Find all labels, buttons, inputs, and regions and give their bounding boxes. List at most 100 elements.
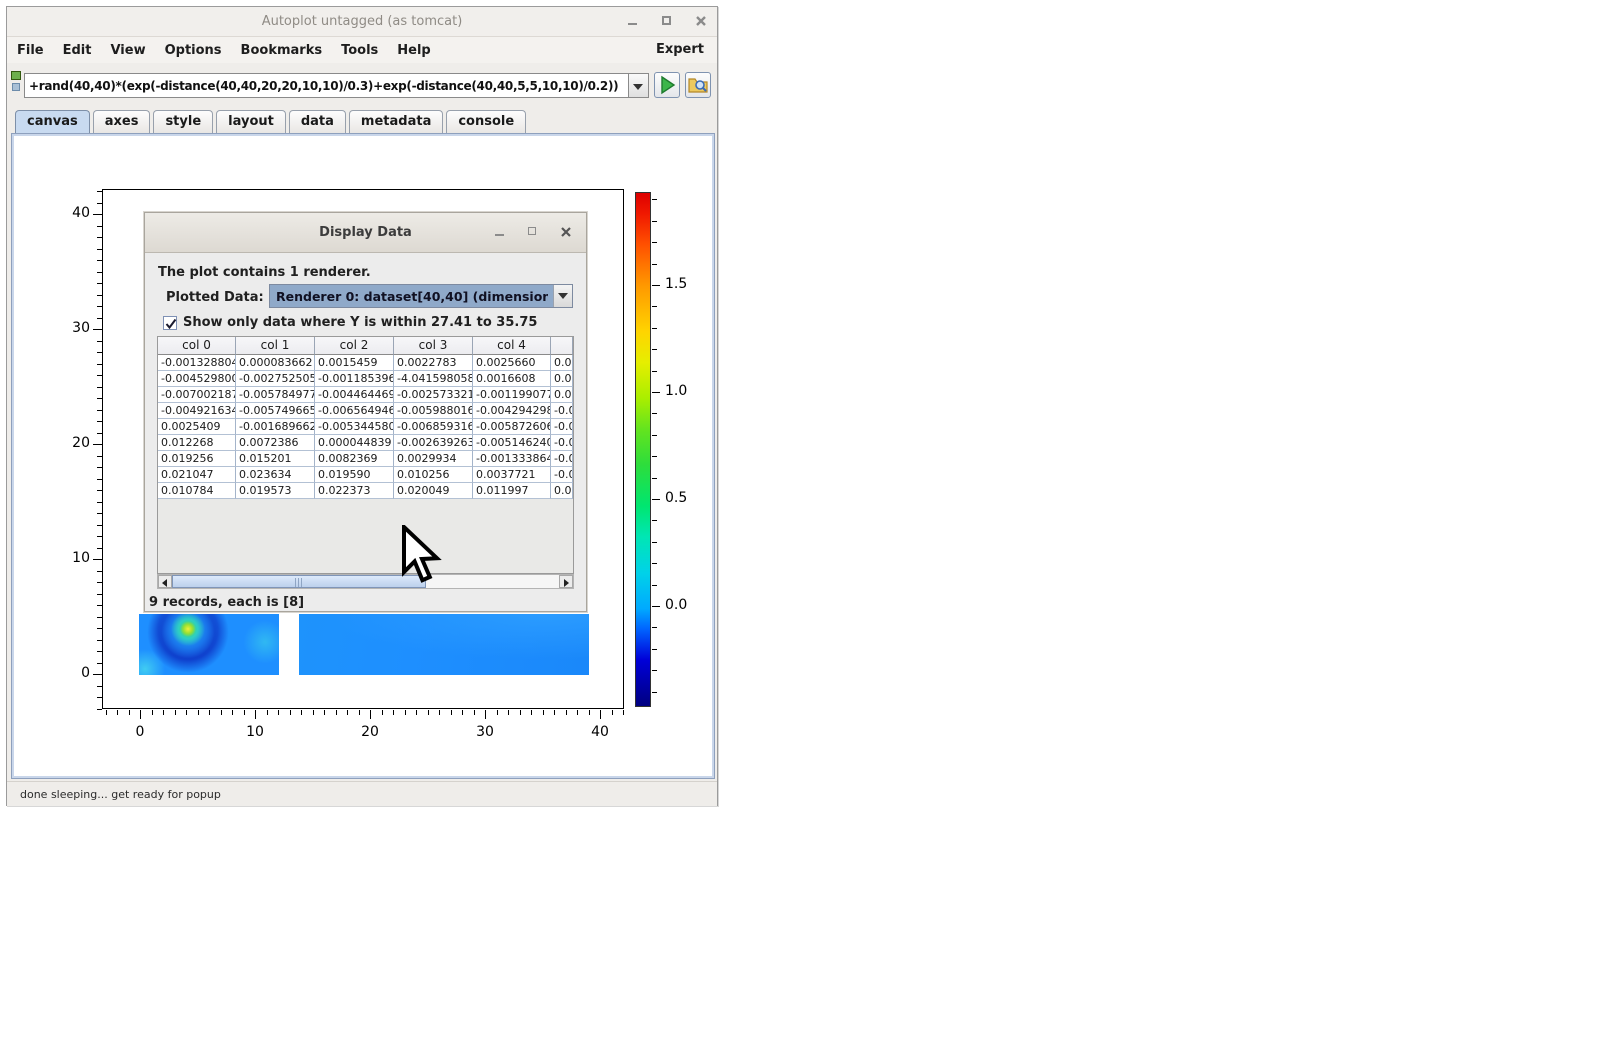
x-axis-tick [439, 710, 440, 715]
minimize-icon[interactable] [627, 15, 639, 27]
dialog-minimize-icon[interactable] [494, 226, 506, 238]
x-tick-label: 10 [235, 724, 275, 740]
table-cell: -0.001199077... [473, 387, 551, 403]
window-title: Autoplot untagged (as tomcat) [7, 14, 717, 29]
y-axis-tick [97, 536, 102, 537]
x-axis-tick [152, 710, 153, 715]
menu-edit[interactable]: Edit [61, 41, 94, 60]
table-header-cell[interactable] [551, 337, 573, 355]
y-axis-tick [97, 709, 102, 710]
menu-bookmarks[interactable]: Bookmarks [239, 41, 325, 60]
triangle-right-icon [564, 579, 569, 587]
table-row[interactable]: 0.0192560.0152010.00823690.0029934-0.001… [158, 451, 573, 467]
table-row[interactable]: -0.004529800...-0.002752505...-0.0011853… [158, 371, 573, 387]
x-axis-tick [336, 710, 337, 715]
colorbar-tick [652, 478, 657, 479]
y-axis-tick [97, 226, 102, 227]
tab-data[interactable]: data [289, 110, 346, 133]
table-header-cell[interactable]: col 4 [473, 337, 551, 355]
tab-layout[interactable]: layout [216, 110, 286, 133]
x-axis-tick [140, 710, 141, 719]
table-header-cell[interactable]: col 3 [394, 337, 473, 355]
x-axis-tick [623, 710, 624, 715]
colorbar-tick [652, 242, 657, 243]
tab-axes[interactable]: axes [93, 110, 151, 133]
x-axis-tick [382, 710, 383, 715]
tab-style[interactable]: style [153, 110, 213, 133]
colorbar-tick [652, 306, 657, 307]
uri-dropdown-button[interactable] [629, 73, 649, 98]
x-axis-tick [244, 710, 245, 715]
dialog-titlebar[interactable]: Display Data [145, 213, 586, 253]
browse-button[interactable] [685, 72, 711, 98]
tab-metadata[interactable]: metadata [349, 110, 443, 133]
table-header-cell[interactable]: col 1 [236, 337, 315, 355]
table-cell: 0.000044839 [315, 435, 394, 451]
scroll-right-button[interactable] [559, 575, 573, 588]
table-cell: -0.006859316... [394, 419, 473, 435]
table-cell: 0.022373 [315, 483, 394, 499]
table-row[interactable]: 0.0107840.0195730.0223730.0200490.011997… [158, 483, 573, 499]
dialog-maximize-icon[interactable] [527, 226, 539, 238]
y-tick-label: 0 [50, 665, 90, 681]
go-button[interactable] [654, 72, 680, 98]
table-cell: -4.041598058... [394, 371, 473, 387]
y-axis-tick [97, 525, 102, 526]
table-cell: -0.002639263... [394, 435, 473, 451]
datasource-status-icon [11, 71, 21, 80]
tab-canvas[interactable]: canvas [15, 110, 90, 133]
table-cell: 0.00 [551, 371, 573, 387]
menu-tools[interactable]: Tools [339, 41, 380, 60]
table-row[interactable]: 0.0122680.00723860.000044839-0.002639263… [158, 435, 573, 451]
table-header-cell[interactable]: col 2 [315, 337, 394, 355]
uri-input[interactable] [24, 73, 629, 98]
x-axis-tick [359, 710, 360, 715]
combo-arrow-button[interactable] [553, 285, 572, 307]
menu-file[interactable]: File [15, 41, 46, 60]
table-cell: 0.015201 [236, 451, 315, 467]
table-cell: -0.001333864... [473, 451, 551, 467]
colorbar [635, 192, 651, 707]
table-cell: -0.001328804... [158, 355, 236, 371]
menubar: File Edit View Options Bookmarks Tools Help [7, 37, 717, 63]
window-titlebar[interactable]: Autoplot untagged (as tomcat) [7, 7, 717, 37]
menu-help[interactable]: Help [395, 41, 432, 60]
menu-options[interactable]: Options [163, 41, 224, 60]
table-row[interactable]: -0.001328804...0.0000836620.00154590.002… [158, 355, 573, 371]
scroll-left-button[interactable] [158, 575, 172, 588]
horizontal-scrollbar[interactable] [157, 574, 574, 589]
scrollbar-thumb[interactable] [172, 575, 426, 588]
colorbar-tick [652, 199, 657, 200]
y-axis-tick [97, 594, 102, 595]
y-axis-tick [97, 548, 102, 549]
table-cell: 0.0025409 [158, 419, 236, 435]
table-row[interactable]: -0.004921634...-0.005749665...-0.0065649… [158, 403, 573, 419]
x-axis-tick [267, 710, 268, 715]
table-cell: 0.020049 [394, 483, 473, 499]
y-axis-tick [93, 674, 102, 675]
x-axis-tick [531, 710, 532, 715]
dialog-close-icon[interactable] [560, 226, 572, 238]
y-axis-tick [97, 502, 102, 503]
heatmap-left-strip [139, 614, 279, 675]
table-row[interactable]: 0.0210470.0236340.0195900.0102560.003772… [158, 467, 573, 483]
close-icon[interactable] [695, 15, 707, 27]
tab-console[interactable]: console [446, 110, 526, 133]
table-cell: 0.0025660 [473, 355, 551, 371]
table-header-cell[interactable]: col 0 [158, 337, 236, 355]
filter-checkbox[interactable] [163, 316, 177, 330]
x-axis-tick [589, 710, 590, 715]
colorbar-tick [652, 670, 657, 671]
table-cell: -0.0 [551, 435, 573, 451]
plotted-data-combobox[interactable]: Renderer 0: dataset[40,40] (dimension... [269, 284, 573, 308]
colorbar-tick [652, 499, 660, 500]
menu-view[interactable]: View [108, 41, 147, 60]
maximize-icon[interactable] [661, 15, 673, 27]
y-tick-label: 20 [50, 435, 90, 451]
expert-toggle[interactable]: Expert [656, 42, 704, 57]
table-row[interactable]: -0.007002187...-0.005784977...-0.0044644… [158, 387, 573, 403]
plot-canvas[interactable]: 0102030404030201001.51.00.50.0 Display D… [11, 133, 715, 779]
folder-search-icon [686, 73, 710, 97]
table-row[interactable]: 0.0025409-0.001689662...-0.005344580...-… [158, 419, 573, 435]
table-cell: 0.010784 [158, 483, 236, 499]
